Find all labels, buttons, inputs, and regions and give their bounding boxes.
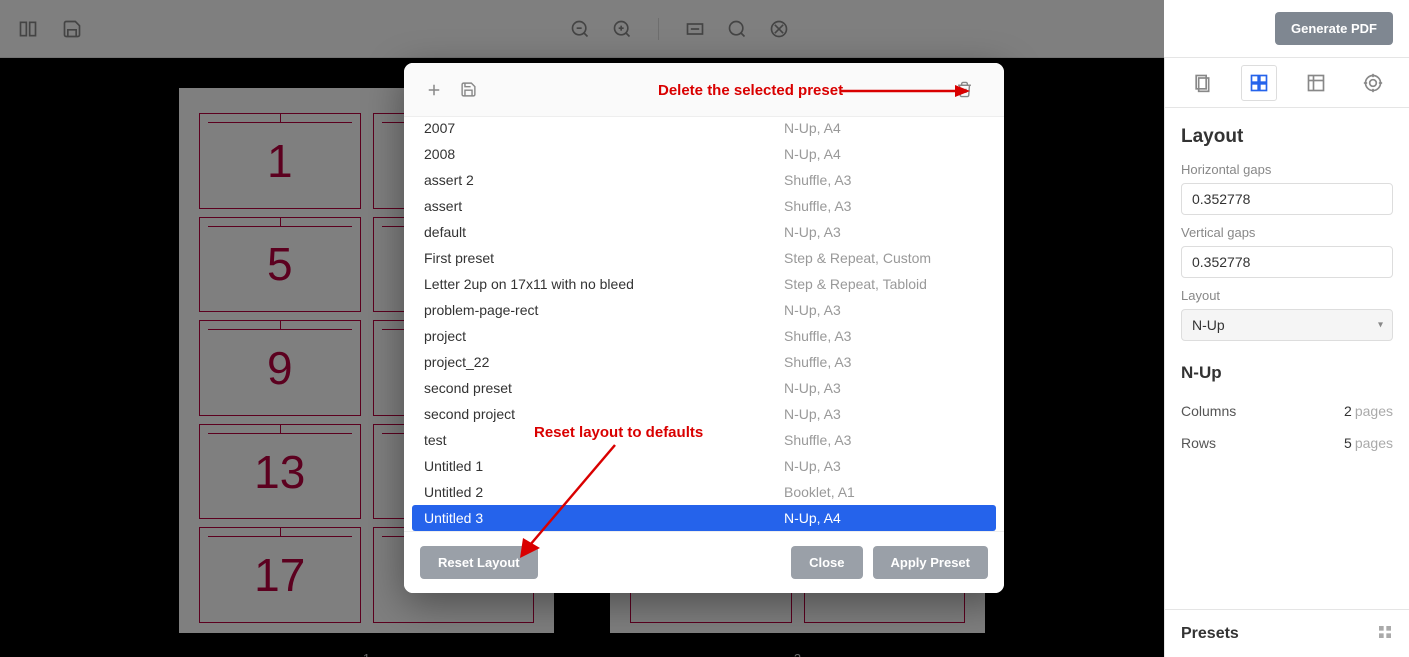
preset-type: Shuffle, A3 bbox=[784, 198, 851, 214]
preset-type: Booklet, A1 bbox=[784, 484, 855, 500]
preset-row[interactable]: Untitled 1N-Up, A3 bbox=[412, 453, 996, 479]
preset-name: default bbox=[424, 224, 784, 240]
preset-name: Untitled 1 bbox=[424, 458, 784, 474]
vgaps-label: Vertical gaps bbox=[1181, 225, 1393, 240]
preset-type: N-Up, A3 bbox=[784, 458, 841, 474]
save-preset-icon[interactable] bbox=[456, 78, 480, 102]
preset-name: problem-page-rect bbox=[424, 302, 784, 318]
preset-row[interactable]: 2008N-Up, A4 bbox=[412, 141, 996, 167]
hgaps-label: Horizontal gaps bbox=[1181, 162, 1393, 177]
columns-value: 2 bbox=[1344, 403, 1352, 419]
tab-sheet-icon[interactable] bbox=[1298, 65, 1334, 101]
nup-heading: N-Up bbox=[1181, 363, 1393, 383]
preset-name: project bbox=[424, 328, 784, 344]
close-button[interactable]: Close bbox=[791, 546, 862, 579]
layout-select[interactable]: N-Up bbox=[1181, 309, 1393, 341]
preset-name: Untitled 2 bbox=[424, 484, 784, 500]
preset-row[interactable]: First presetStep & Repeat, Custom bbox=[412, 245, 996, 271]
preset-name: 2007 bbox=[424, 120, 784, 136]
tab-layout-icon[interactable] bbox=[1241, 65, 1277, 101]
preset-type: N-Up, A4 bbox=[784, 120, 841, 136]
preset-type: N-Up, A4 bbox=[784, 510, 841, 526]
preset-type: Shuffle, A3 bbox=[784, 328, 851, 344]
rows-value: 5 bbox=[1344, 435, 1352, 451]
preset-row[interactable]: projectShuffle, A3 bbox=[412, 323, 996, 349]
rows-row: Rows 5pages bbox=[1181, 427, 1393, 459]
delete-preset-icon[interactable] bbox=[952, 78, 976, 102]
layout-heading: Layout bbox=[1181, 126, 1393, 148]
preset-name: assert bbox=[424, 198, 784, 214]
reset-layout-button[interactable]: Reset Layout bbox=[420, 546, 538, 579]
preset-row[interactable]: Untitled 3N-Up, A4 bbox=[412, 505, 996, 531]
tab-pages-icon[interactable] bbox=[1184, 65, 1220, 101]
preset-row[interactable]: assertShuffle, A3 bbox=[412, 193, 996, 219]
preset-row[interactable]: second presetN-Up, A3 bbox=[412, 375, 996, 401]
rows-unit: pages bbox=[1355, 435, 1393, 451]
preset-name: assert 2 bbox=[424, 172, 784, 188]
preset-type: N-Up, A3 bbox=[784, 302, 841, 318]
columns-row: Columns 2pages bbox=[1181, 395, 1393, 427]
tab-marks-icon[interactable] bbox=[1355, 65, 1391, 101]
preset-type: N-Up, A3 bbox=[784, 406, 841, 422]
preset-name: First preset bbox=[424, 250, 784, 266]
preset-name: project_22 bbox=[424, 354, 784, 370]
preset-name: 2008 bbox=[424, 146, 784, 162]
columns-unit: pages bbox=[1355, 403, 1393, 419]
hgaps-input[interactable] bbox=[1181, 183, 1393, 215]
preset-row[interactable]: second projectN-Up, A3 bbox=[412, 401, 996, 427]
preset-type: N-Up, A4 bbox=[784, 146, 841, 162]
generate-pdf-button[interactable]: Generate PDF bbox=[1275, 12, 1393, 45]
rows-label: Rows bbox=[1181, 435, 1216, 451]
presets-modal: 2007N-Up, A42008N-Up, A4assert 2Shuffle,… bbox=[404, 63, 1004, 593]
apply-preset-button[interactable]: Apply Preset bbox=[873, 546, 988, 579]
right-sidebar: Layout Horizontal gaps Vertical gaps Lay… bbox=[1164, 58, 1409, 657]
preset-name: Untitled 3 bbox=[424, 510, 784, 526]
preset-row[interactable]: 2007N-Up, A4 bbox=[412, 117, 996, 141]
preset-row[interactable]: assert 2Shuffle, A3 bbox=[412, 167, 996, 193]
presets-label: Presets bbox=[1181, 625, 1239, 643]
preset-row[interactable]: defaultN-Up, A3 bbox=[412, 219, 996, 245]
preset-row[interactable]: problem-page-rectN-Up, A3 bbox=[412, 297, 996, 323]
preset-type: Shuffle, A3 bbox=[784, 172, 851, 188]
preset-type: Step & Repeat, Custom bbox=[784, 250, 931, 266]
preset-row[interactable]: Untitled 2Booklet, A1 bbox=[412, 479, 996, 505]
preset-row[interactable]: testShuffle, A3 bbox=[412, 427, 996, 453]
preset-type: N-Up, A3 bbox=[784, 380, 841, 396]
add-preset-icon[interactable] bbox=[422, 78, 446, 102]
layout-label: Layout bbox=[1181, 288, 1393, 303]
preset-type: Shuffle, A3 bbox=[784, 432, 851, 448]
preset-type: Step & Repeat, Tabloid bbox=[784, 276, 927, 292]
preset-name: Letter 2up on 17x11 with no bleed bbox=[424, 276, 784, 292]
preset-row[interactable]: Letter 2up on 17x11 with no bleedStep & … bbox=[412, 271, 996, 297]
preset-name: second preset bbox=[424, 380, 784, 396]
vgaps-input[interactable] bbox=[1181, 246, 1393, 278]
columns-label: Columns bbox=[1181, 403, 1236, 419]
preset-type: N-Up, A3 bbox=[784, 224, 841, 240]
preset-row[interactable]: project_22Shuffle, A3 bbox=[412, 349, 996, 375]
preset-name: second project bbox=[424, 406, 784, 422]
preset-list[interactable]: 2007N-Up, A42008N-Up, A4assert 2Shuffle,… bbox=[404, 117, 1004, 531]
preset-name: test bbox=[424, 432, 784, 448]
presets-open-icon[interactable] bbox=[1377, 624, 1393, 643]
preset-type: Shuffle, A3 bbox=[784, 354, 851, 370]
